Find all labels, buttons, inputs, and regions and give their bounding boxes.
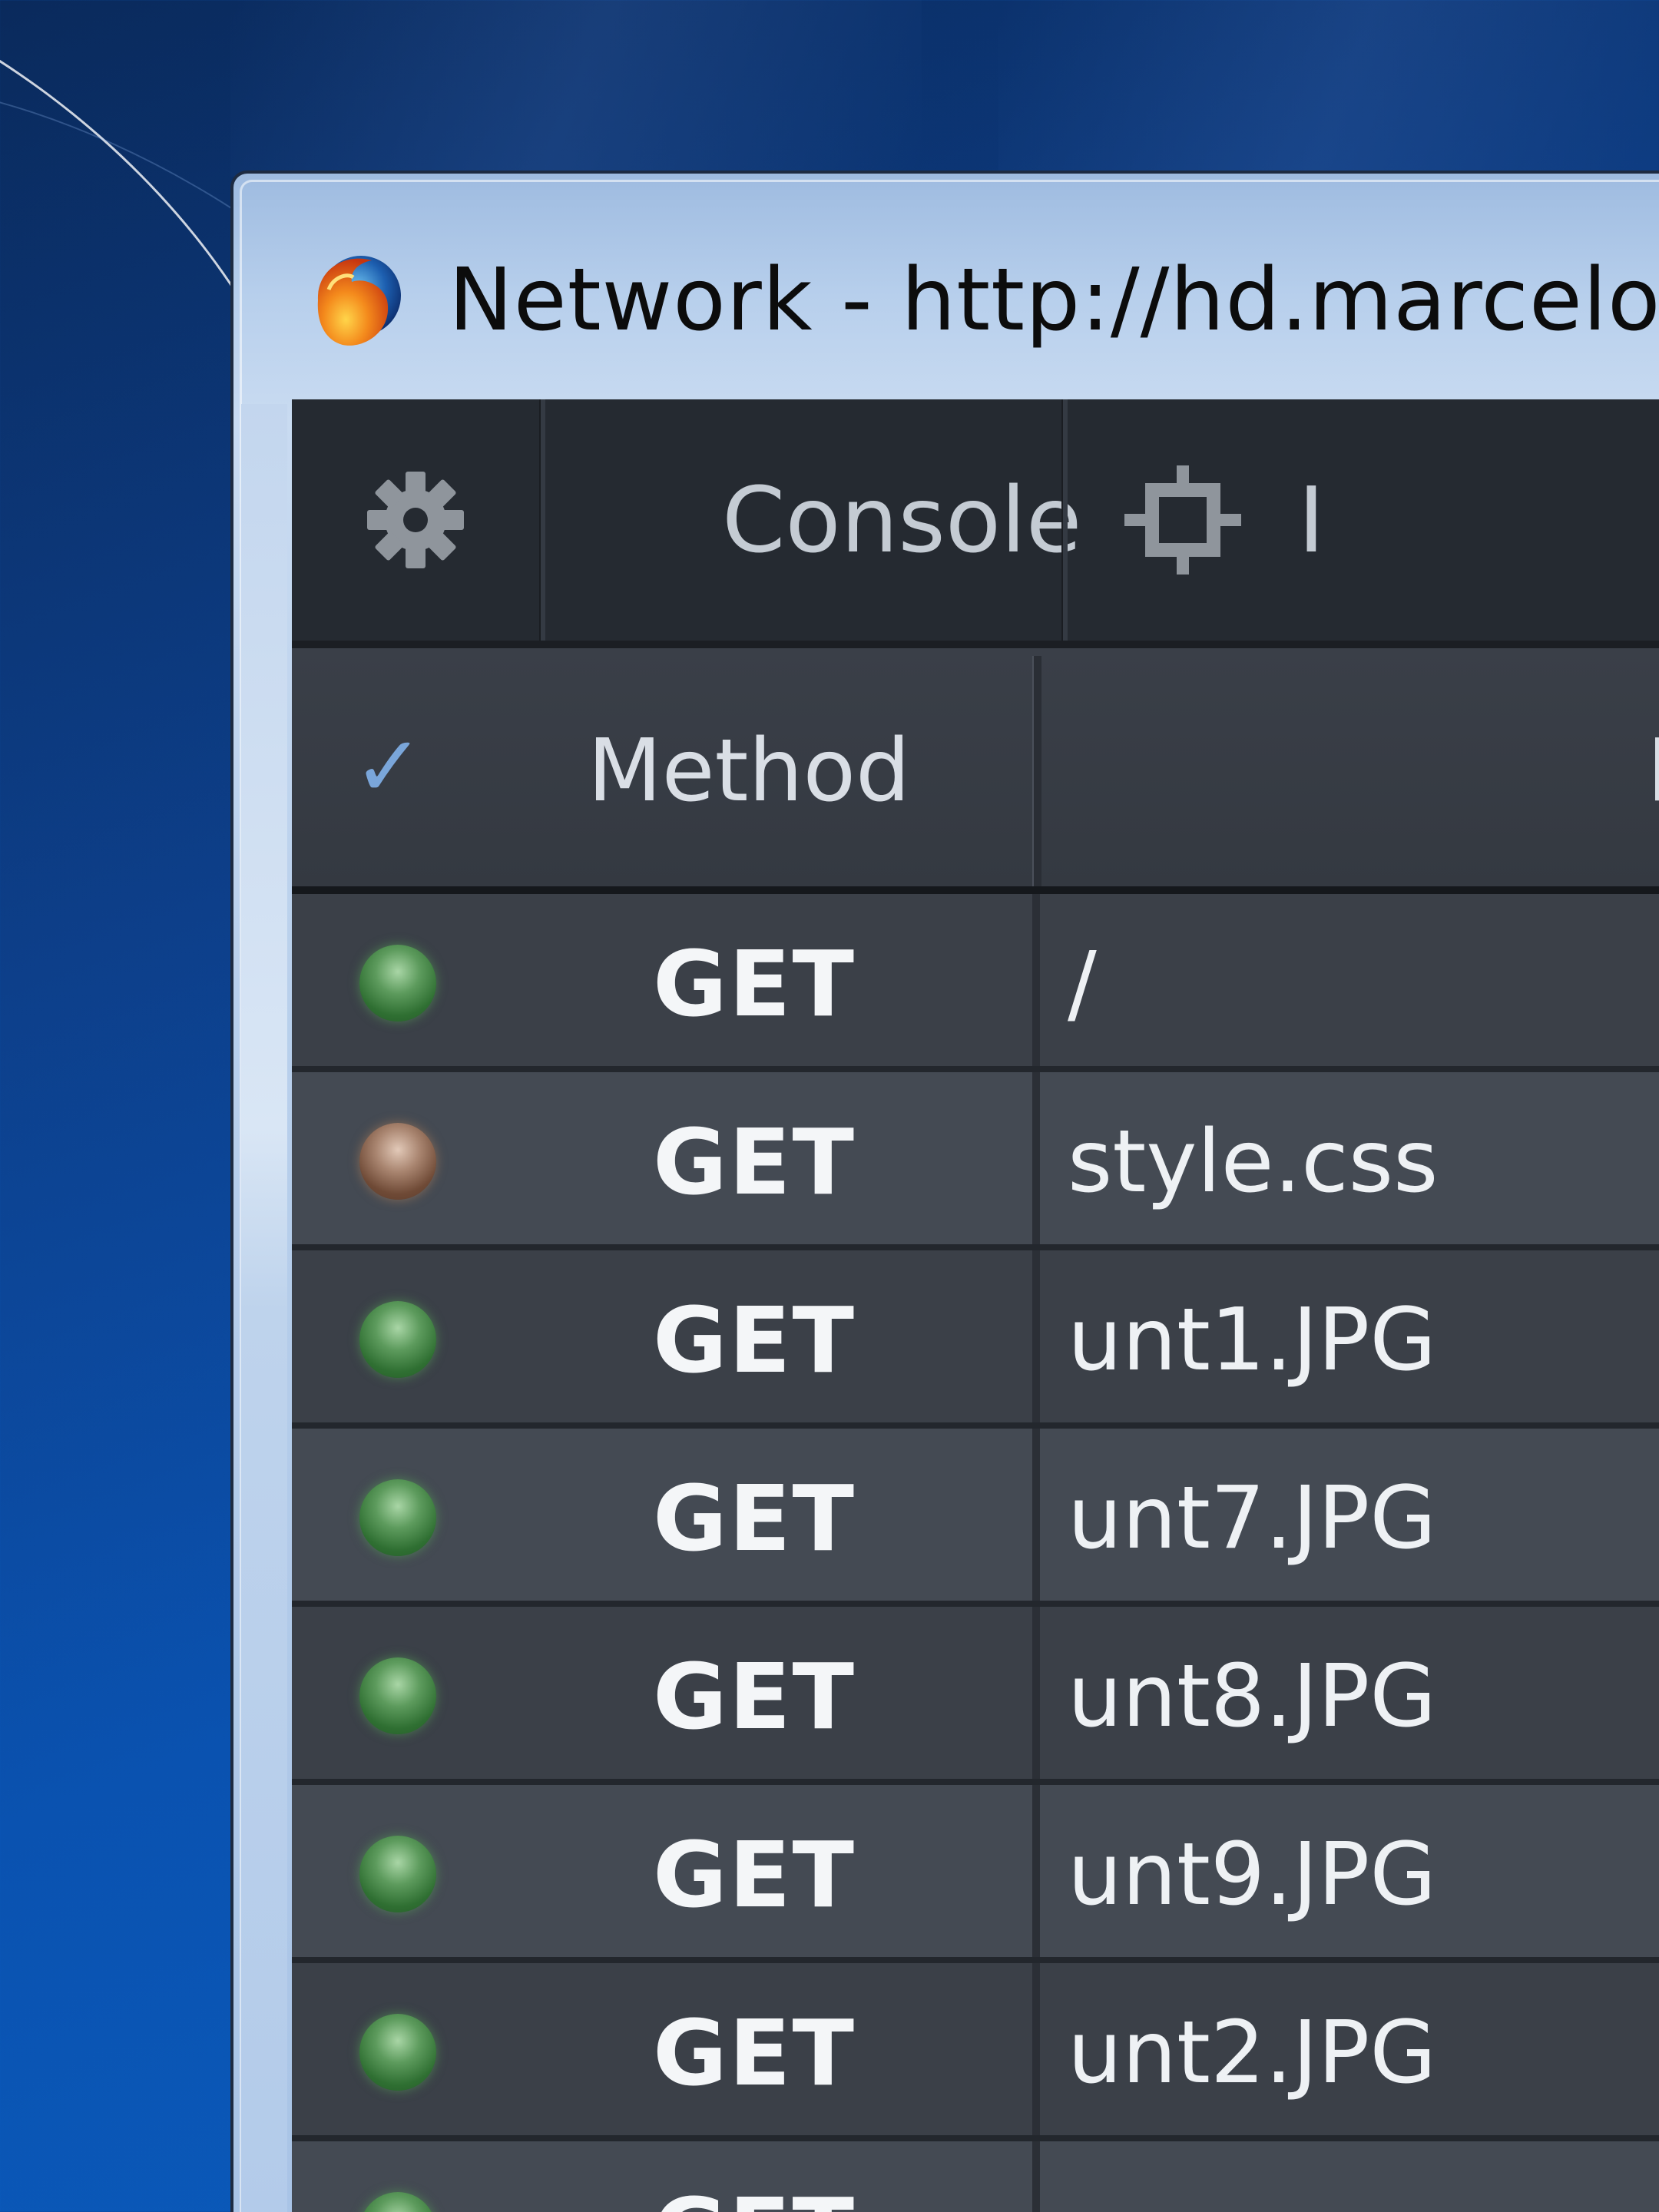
devtools-panel: Console I ✓ Method F [292,399,1659,2212]
status-dot-icon [359,1301,436,1378]
row-file: / [1068,934,1097,1034]
window-left-border [241,404,287,2212]
table-row[interactable]: GET style.css [292,1072,1659,1250]
row-file: unt1.JPG [1068,1290,1437,1390]
row-method: GET [653,2178,856,2212]
window-titlebar[interactable]: Network - http://hd.marceloe [303,250,1659,350]
column-divider [1032,1429,1040,1601]
status-dot-icon [359,1479,436,1556]
requests-table-header: ✓ Method F [292,648,1659,894]
window-title: Network - http://hd.marceloe [449,250,1659,350]
column-divider [1032,1250,1040,1422]
row-file: unt8.JPG [1068,1647,1437,1747]
row-method: GET [653,1822,856,1928]
status-dot-icon [359,1836,436,1912]
table-row[interactable]: GET unt8.JPG [292,1607,1659,1785]
row-method: GET [653,1287,856,1393]
status-dot-icon [359,945,436,1022]
toolbar-separator [539,399,545,641]
table-row[interactable]: GET / [292,894,1659,1072]
column-divider [1032,2141,1040,2212]
wallpaper-shine [230,0,922,177]
firefox-logo-icon [303,247,410,354]
column-divider [1032,1785,1040,1957]
gear-icon [367,472,464,568]
row-file: style.css [1068,1112,1439,1212]
column-resizer[interactable] [1032,656,1041,886]
column-divider [1032,1072,1040,1244]
tab-console[interactable]: Console [545,399,1081,641]
table-row[interactable]: GET unt1.JPG [292,1250,1659,1429]
row-method: GET [653,2000,856,2106]
tab-inspector-label: I [1298,467,1325,573]
table-row[interactable]: GET [292,2141,1659,2212]
column-header-file[interactable]: F [1647,721,1659,821]
row-method: GET [653,1109,856,1215]
row-file: unt7.JPG [1068,1469,1437,1568]
row-method: GET [653,931,856,1037]
status-dot-icon [359,1657,436,1734]
row-file: unt9.JPG [1068,1825,1437,1925]
column-divider [1032,1963,1040,2135]
toolbar-separator [1061,399,1068,641]
devtools-toolbar: Console I [292,399,1659,648]
table-row[interactable]: GET unt2.JPG [292,1963,1659,2141]
checkmark-icon[interactable]: ✓ [353,717,424,816]
status-dot-icon [359,1123,436,1200]
inspector-crosshair-icon [1124,465,1241,575]
row-method: GET [653,1465,856,1571]
row-method: GET [653,1644,856,1750]
column-divider [1032,894,1040,1066]
settings-button[interactable] [292,399,539,641]
wallpaper-shine [998,0,1659,177]
browser-window[interactable]: Network - http://hd.marceloe Console I ✓… [230,171,1659,2212]
column-divider [1032,1607,1040,1779]
status-dot-icon [359,2192,436,2212]
table-row[interactable]: GET unt9.JPG [292,1785,1659,1963]
row-file: unt2.JPG [1068,2003,1437,2103]
tab-inspector[interactable]: I [1068,399,1659,641]
requests-table-body: GET / GET style.css GET unt1.JPG GET unt… [292,894,1659,2212]
table-row[interactable]: GET unt7.JPG [292,1429,1659,1607]
column-header-method[interactable]: Method [588,721,910,821]
tab-console-label: Console [722,467,1082,573]
status-dot-icon [359,2014,436,2091]
